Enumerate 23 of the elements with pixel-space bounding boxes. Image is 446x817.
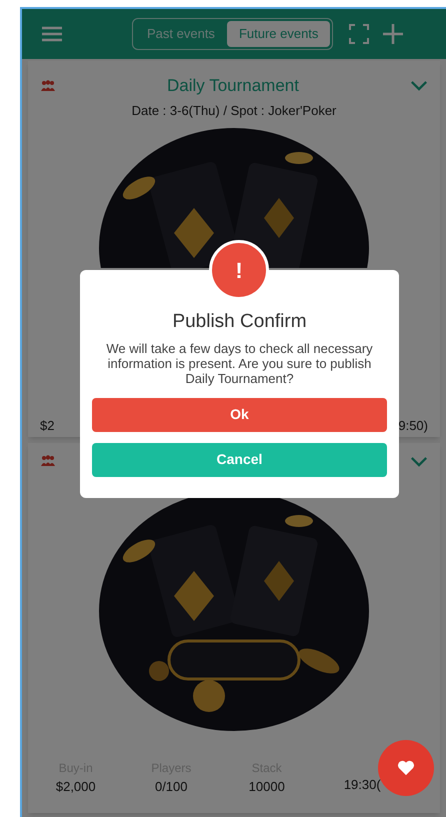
stat-value: 0/100	[154, 778, 188, 796]
people-icon	[40, 80, 56, 92]
alert-badge: !	[209, 240, 269, 300]
chevron-down-icon[interactable]	[410, 80, 428, 92]
stat-value: 10000	[248, 778, 285, 796]
stat-value: $2,000	[56, 778, 96, 796]
stat-value: $2	[40, 417, 54, 435]
people-icon	[40, 455, 56, 467]
dialog-message: We will take a few days to check all necessary information is present. Are you sure to publish Daily Tournament?	[105, 340, 374, 386]
chevron-down-icon[interactable]	[410, 456, 428, 466]
tab[interactable]: Past events	[135, 21, 227, 47]
stat-value: 19:30(	[344, 776, 381, 794]
heart-icon	[397, 760, 415, 776]
dialog-title: Publish Confirm	[172, 310, 307, 334]
event-subtitle: Date : 3-6(Thu) / Spot : Joker'Poker	[132, 102, 336, 120]
add-icon[interactable]	[383, 24, 404, 44]
tab[interactable]: Future events	[226, 21, 330, 47]
dialog-button[interactable]: Cancel	[92, 442, 387, 476]
menu-icon[interactable]	[42, 26, 62, 42]
fullscreen-icon[interactable]	[349, 24, 370, 44]
event-title: Daily Tournament	[167, 75, 299, 97]
dialog-button[interactable]: Ok	[92, 398, 387, 432]
stat-value: 9:50)	[398, 417, 428, 435]
